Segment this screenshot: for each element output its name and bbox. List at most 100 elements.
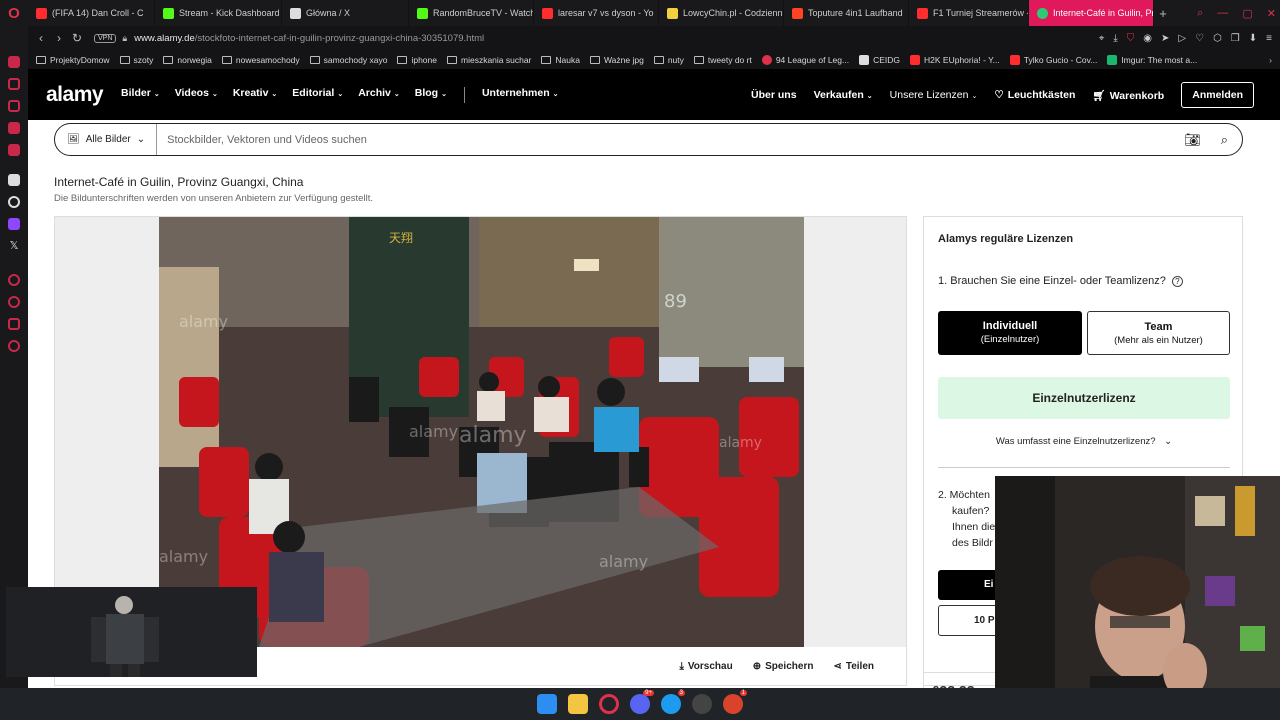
browser-tab[interactable]: LowcyChin.pl - Codzienn [659, 0, 784, 26]
kick-icon [163, 7, 174, 19]
bookmark-folder[interactable]: norwegia [163, 55, 212, 65]
shield-icon[interactable]: ⛉ [1127, 33, 1135, 44]
bookmark-link[interactable]: 94 League of Leg... [761, 54, 849, 65]
sidebar-twitch-icon[interactable] [8, 218, 20, 230]
share-button[interactable]: ⋖ Teilen [833, 661, 874, 672]
lightbox-link[interactable]: ♡ Leuchtkästen [994, 89, 1075, 101]
bookmark-folder[interactable]: samochody xayo [309, 55, 387, 65]
download-icon: ⤓ [679, 660, 684, 672]
lock-icon[interactable]: 🔒︎ [122, 33, 127, 44]
url-field[interactable]: www.alamy.de/stockfoto-internet-caf-in-g… [134, 33, 484, 44]
bookmark-link[interactable]: H2K EUphoria! - Y... [910, 54, 1000, 65]
preview-button[interactable]: ⤓ Vorschau [679, 661, 732, 672]
alamy-logo[interactable]: alamy [46, 83, 104, 107]
file-explorer-icon[interactable] [568, 694, 588, 714]
sidebar-app-icon[interactable] [8, 174, 20, 186]
nav-item-videos[interactable]: Videos ⌄ [175, 87, 218, 103]
bookmark-folder[interactable]: iphone [397, 55, 437, 65]
send-icon[interactable]: ➤ [1161, 33, 1169, 44]
browser-tab-active[interactable]: Internet-Café in Guilin, Pr [1029, 0, 1154, 26]
opera-logo-icon[interactable]: O [0, 0, 28, 26]
download-icon[interactable]: ⤓ [1113, 33, 1117, 44]
extensions-icon[interactable]: ⬡ [1213, 33, 1222, 44]
sidebar-instagram-icon[interactable] [8, 144, 20, 156]
bookmark-folder[interactable]: nuty [653, 55, 684, 65]
login-button[interactable]: Anmelden [1181, 82, 1254, 108]
address-bar: ‹ › ↻ VPN 🔒︎ www.alamy.de/stockfoto-inte… [28, 26, 1280, 50]
bookmark-folder[interactable]: nowesamochody [221, 55, 300, 65]
new-tab-button[interactable]: + [1154, 6, 1172, 21]
individual-license-button[interactable]: Individuell (Einzelnutzer) [938, 311, 1082, 355]
sidebar-player-icon[interactable] [8, 274, 20, 286]
messenger-icon[interactable]: 3 [661, 690, 685, 714]
search-input[interactable] [167, 125, 1185, 154]
browser-tab[interactable]: Toputure 4in1 Laufband [784, 0, 909, 26]
search-icon[interactable]: ⌕ [1221, 132, 1228, 148]
browser-tab[interactable]: laresar v7 vs dyson - Yo [534, 0, 659, 26]
bookmark-folder[interactable]: mieszkania suchar [447, 55, 531, 65]
nav-item-archiv[interactable]: Archiv ⌄ [358, 87, 400, 103]
search-tabs-icon[interactable]: ⌕ [1197, 7, 1203, 20]
camera-search-icon[interactable]: 📷︎ [1184, 132, 1201, 148]
bookmark-folder[interactable]: Nauka [541, 55, 580, 65]
folder-icon [163, 55, 174, 64]
sidebar-wallet-icon[interactable] [8, 100, 20, 112]
help-icon[interactable]: ? [1171, 276, 1183, 287]
bookmark-link[interactable]: Imgur: The most a... [1107, 54, 1197, 65]
opera-icon[interactable] [599, 694, 619, 714]
copy-icon[interactable]: ❐ [1231, 33, 1240, 44]
licenses-menu[interactable]: Unsere Lizenzen ⌄ [890, 89, 978, 101]
menu-icon[interactable]: ≡ [1266, 33, 1272, 44]
obs-icon[interactable] [692, 694, 712, 714]
browser-tab[interactable]: Stream - Kick Dashboard [155, 0, 282, 26]
heart-icon[interactable]: ♡ [1195, 33, 1204, 44]
close-icon[interactable]: ✕ [1267, 7, 1276, 20]
chevron-down-icon: ⌄ [866, 93, 873, 100]
team-license-button[interactable]: Team (Mehr als ein Nutzer) [1087, 311, 1230, 355]
bookmark-folder[interactable]: ProjektyDomow [36, 55, 110, 65]
nav-item-blog[interactable]: Blog ⌄ [415, 87, 447, 103]
reload-icon[interactable]: ↻ [68, 31, 86, 45]
nav-item-kreativ[interactable]: Kreativ ⌄ [233, 87, 277, 103]
bookmark-folder[interactable]: tweety do rt [693, 55, 752, 65]
about-link[interactable]: Über uns [751, 89, 797, 101]
nav-item-unternehmen[interactable]: Unternehmen ⌄ [482, 87, 559, 103]
nav-item-editorial[interactable]: Editorial ⌄ [292, 87, 343, 103]
sidebar-clock-icon[interactable] [8, 296, 20, 308]
vpn-badge[interactable]: VPN [94, 33, 117, 43]
bookmark-folder[interactable]: Ważne jpg [589, 55, 644, 65]
camera-icon[interactable]: ◉ [1143, 33, 1152, 44]
sidebar-home-icon[interactable] [8, 56, 20, 68]
sell-menu[interactable]: Verkaufen ⌄ [814, 89, 873, 101]
bookmark-folder[interactable]: szoty [119, 55, 153, 65]
browser-tab[interactable]: (FIFA 14) Dan Croll - C [28, 0, 155, 26]
sidebar-history-icon[interactable] [8, 78, 20, 90]
back-icon[interactable]: ‹ [32, 31, 50, 45]
discord-icon[interactable]: 9+ [630, 690, 654, 714]
bookmark-link[interactable]: CEIDG [859, 54, 900, 65]
sidebar-extension-icon[interactable] [8, 318, 20, 330]
app-icon[interactable]: 1 [723, 690, 747, 714]
cart-link[interactable]: 🛒︎ Warenkorb [1092, 89, 1164, 102]
play-icon[interactable]: ▷ [1178, 33, 1186, 44]
browser-tab[interactable]: Główna / X [282, 0, 409, 26]
bookmark-link[interactable]: Tylko Gucio - Cov... [1009, 54, 1097, 65]
license-info-toggle[interactable]: Was umfasst eine Einzelnutzerlizenz? ⌄ [938, 436, 1230, 447]
windows-start-icon[interactable] [537, 694, 557, 714]
browser-tab[interactable]: RandomBruceTV - Watch [409, 0, 534, 26]
pin-icon[interactable]: ⌖ [1099, 33, 1105, 44]
sidebar-x-icon[interactable]: 𝕏 [8, 240, 20, 252]
search-type-select[interactable]: 🖼︎ Alle Bilder ⌄ [55, 124, 158, 155]
nav-item-bilder[interactable]: Bilder ⌄ [121, 87, 160, 103]
download-manager-icon[interactable]: ⬇ [1249, 33, 1257, 44]
sidebar-chatgpt-icon[interactable] [8, 196, 20, 208]
sidebar-messenger-icon[interactable] [8, 122, 20, 134]
more-bookmarks-icon[interactable]: › [1269, 55, 1272, 65]
browser-tab[interactable]: F1 Turniej Streamerów - [909, 0, 1029, 26]
forward-icon[interactable]: › [50, 31, 68, 45]
sidebar-settings-icon[interactable] [8, 340, 20, 352]
minimize-icon[interactable]: — [1217, 7, 1228, 19]
maximize-icon[interactable]: ▢ [1242, 7, 1252, 20]
stock-photo[interactable]: 天翔 89 alamy alamy alamy alamy alamy alam… [159, 217, 804, 647]
save-button[interactable]: ⊕ Speichern [753, 661, 814, 672]
